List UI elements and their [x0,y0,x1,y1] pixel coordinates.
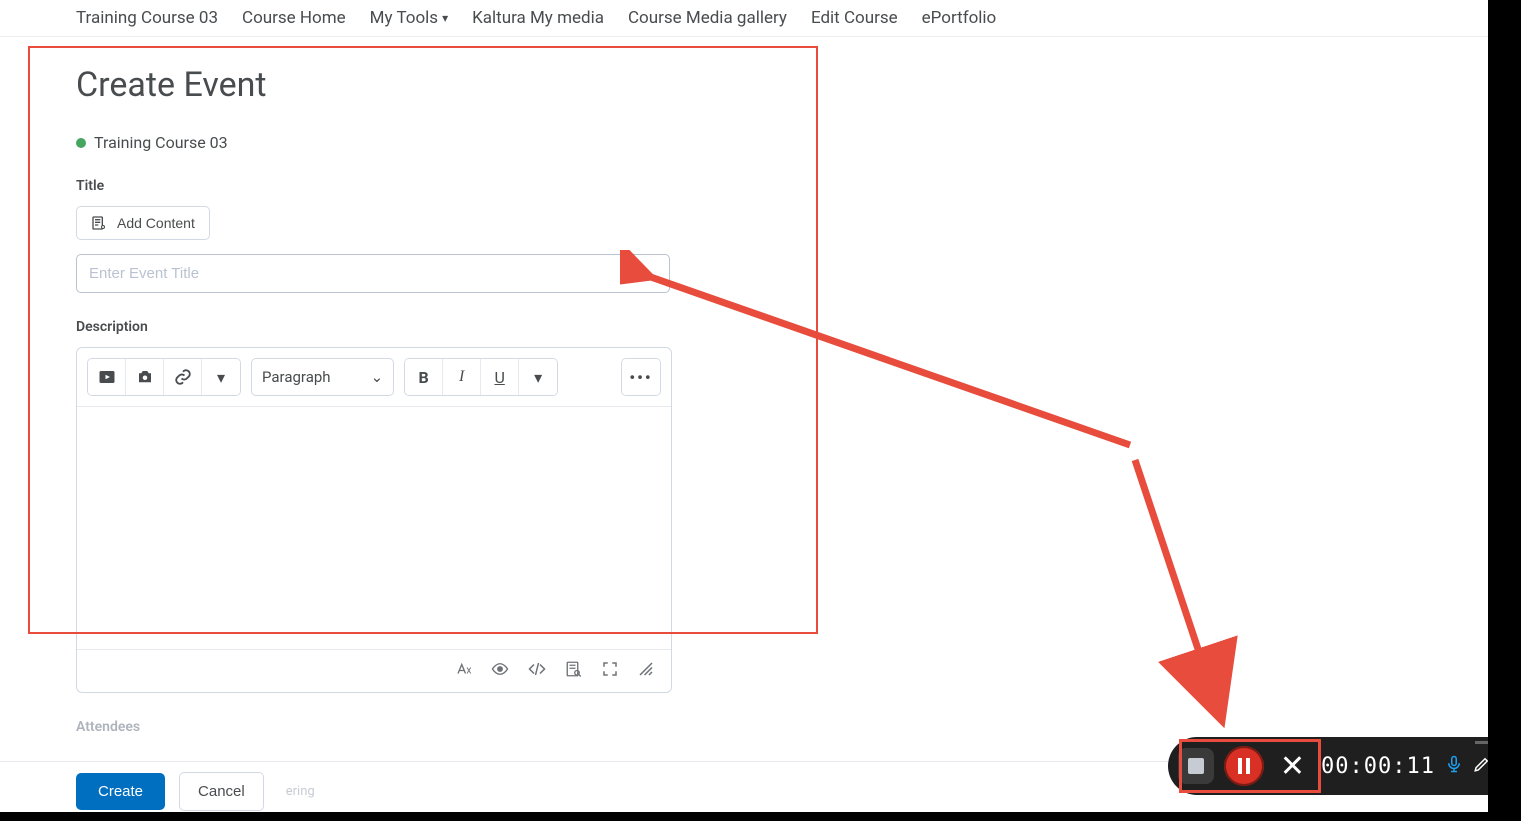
nav-kaltura[interactable]: Kaltura My media [472,8,604,28]
ghost-text: ering [286,784,315,799]
editor-textarea[interactable] [77,407,671,649]
capture-border-bottom [0,812,1521,821]
recording-timer: 00:00:11 [1321,754,1435,779]
underline-button[interactable]: U [481,359,519,395]
editor-footer [77,650,671,692]
title-field-label: Title [76,178,1445,194]
code-icon [527,660,547,678]
caret-down-icon: ▾ [534,368,542,387]
insert-video-button[interactable] [88,359,126,395]
camera-icon [136,368,154,386]
bold-button[interactable]: B [405,359,443,395]
underline-icon: U [494,368,504,387]
cancel-button[interactable]: Cancel [179,772,264,811]
nav-course-home[interactable]: Course Home [242,8,346,28]
description-field-label: Description [76,319,1445,335]
find-icon [565,660,583,678]
screen-recorder-widget: ✕ 00:00:11 [1168,737,1505,795]
preview-button[interactable] [565,660,583,682]
nav-media-gallery[interactable]: Course Media gallery [628,8,787,28]
close-icon: ✕ [1280,749,1305,784]
font-icon [455,660,473,678]
page-title: Create Event [76,65,1445,105]
insert-more-dropdown[interactable]: ▾ [202,359,240,395]
link-icon [174,368,192,386]
top-nav: Training Course 03 Course Home My Tools▾… [0,0,1521,37]
capture-border-right [1488,0,1521,821]
add-content-icon [91,215,107,231]
event-title-input[interactable] [76,254,670,293]
pause-recording-button[interactable] [1224,746,1264,786]
more-tools-button[interactable]: ••• [622,359,660,395]
caret-down-icon: ▾ [217,368,225,387]
accessibility-button[interactable] [491,660,509,682]
cancel-recording-button[interactable]: ✕ [1274,749,1311,784]
breadcrumb-label: Training Course 03 [94,133,228,152]
stop-icon [1188,758,1204,774]
insert-link-button[interactable] [164,359,202,395]
breadcrumb: Training Course 03 [76,133,1445,152]
chevron-down-icon: ⌄ [371,368,384,386]
editor-toolbar: ▾ Paragraph⌄ B I U ▾ ••• [77,348,671,406]
italic-button[interactable]: I [443,359,481,395]
status-dot-icon [76,138,86,148]
ellipsis-icon: ••• [629,368,652,387]
resize-handle[interactable] [637,660,655,682]
chevron-down-icon: ▾ [442,11,448,25]
add-content-button[interactable]: Add Content [76,206,210,240]
nav-my-tools[interactable]: My Tools▾ [370,8,448,28]
microphone-icon [1445,754,1463,774]
page-body: Create Event Training Course 03 Title Ad… [0,37,1521,735]
rich-text-editor: ▾ Paragraph⌄ B I U ▾ ••• [76,347,672,693]
fullscreen-button[interactable] [601,660,619,682]
nav-training-course[interactable]: Training Course 03 [76,8,218,28]
eye-icon [491,660,509,678]
pause-icon [1238,758,1250,774]
insert-image-button[interactable] [126,359,164,395]
stop-recording-button[interactable] [1178,748,1214,784]
attendees-label: Attendees [76,719,1445,735]
format-more-dropdown[interactable]: ▾ [519,359,557,395]
source-code-button[interactable] [527,660,547,682]
bold-icon: B [419,368,429,387]
paragraph-style-select[interactable]: Paragraph⌄ [252,359,393,395]
video-icon [98,368,116,386]
font-settings-button[interactable] [455,660,473,682]
scribble-icon [637,660,655,678]
nav-edit-course[interactable]: Edit Course [811,8,898,28]
expand-icon [601,660,619,678]
create-button[interactable]: Create [76,773,165,810]
microphone-button[interactable] [1445,754,1463,779]
nav-eportfolio[interactable]: ePortfolio [922,8,997,28]
italic-icon: I [459,368,464,386]
